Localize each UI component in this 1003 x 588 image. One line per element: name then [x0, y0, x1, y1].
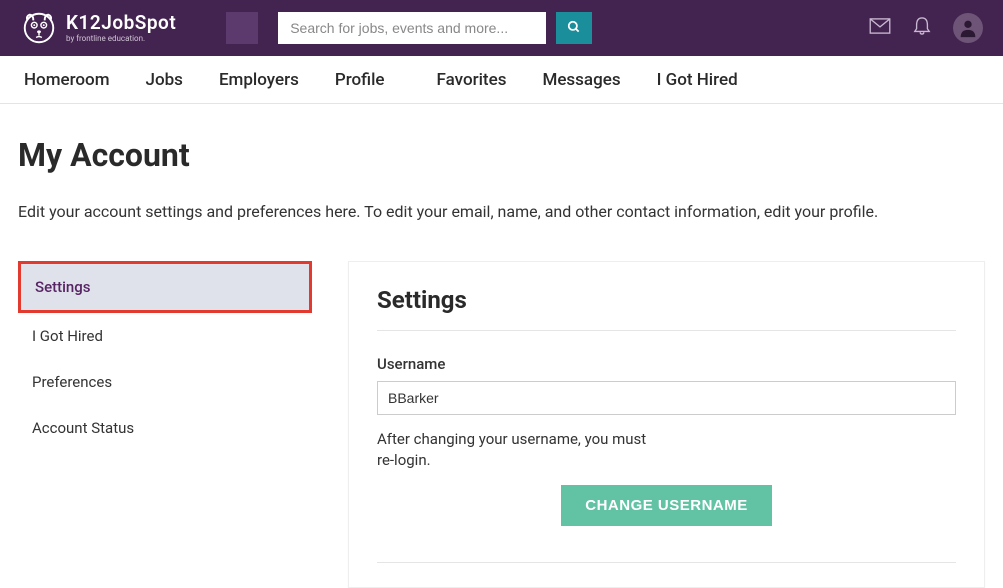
settings-panel: Settings Username After changing your us… — [348, 261, 985, 588]
panel-divider — [377, 562, 956, 563]
search-button[interactable] — [556, 12, 592, 44]
nav-messages[interactable]: Messages — [542, 70, 620, 90]
logo-title: K12JobSpot — [66, 13, 176, 32]
nav-bar: Homeroom Jobs Employers Profile Favorite… — [0, 56, 1003, 104]
change-username-button[interactable]: CHANGE USERNAME — [561, 485, 772, 526]
sidebar: Settings I Got Hired Preferences Account… — [18, 261, 312, 588]
username-label: Username — [377, 355, 956, 373]
sidebar-item-settings[interactable]: Settings — [18, 261, 312, 313]
bell-icon[interactable] — [913, 16, 931, 40]
nav-employers[interactable]: Employers — [219, 70, 299, 90]
sidebar-item-i-got-hired[interactable]: I Got Hired — [18, 313, 312, 359]
nav-homeroom[interactable]: Homeroom — [24, 70, 110, 90]
page-title: My Account — [18, 136, 985, 174]
nav-jobs[interactable]: Jobs — [146, 70, 183, 90]
nav-favorites[interactable]: Favorites — [437, 70, 507, 90]
main-layout: Settings I Got Hired Preferences Account… — [18, 261, 985, 588]
dog-logo-icon — [20, 9, 58, 47]
search-input[interactable] — [278, 12, 546, 44]
content: My Account Edit your account settings an… — [0, 104, 1003, 588]
username-input[interactable] — [377, 381, 956, 415]
logo-subtitle: by frontline education. — [66, 34, 176, 43]
top-header: K12JobSpot by frontline education. — [0, 0, 1003, 56]
sidebar-item-account-status[interactable]: Account Status — [18, 405, 312, 451]
page-description: Edit your account settings and preferenc… — [18, 202, 985, 221]
header-square[interactable] — [226, 12, 258, 44]
sidebar-item-preferences[interactable]: Preferences — [18, 359, 312, 405]
logo-text: K12JobSpot by frontline education. — [66, 13, 176, 43]
username-hint: After changing your username, you must r… — [377, 429, 647, 471]
header-icons — [869, 13, 983, 43]
panel-title: Settings — [377, 286, 956, 331]
avatar[interactable] — [953, 13, 983, 43]
search-icon — [567, 20, 581, 37]
nav-i-got-hired[interactable]: I Got Hired — [657, 70, 738, 90]
logo[interactable]: K12JobSpot by frontline education. — [20, 9, 176, 47]
mail-icon[interactable] — [869, 18, 891, 38]
search-container — [278, 12, 592, 44]
nav-profile[interactable]: Profile — [335, 70, 385, 90]
